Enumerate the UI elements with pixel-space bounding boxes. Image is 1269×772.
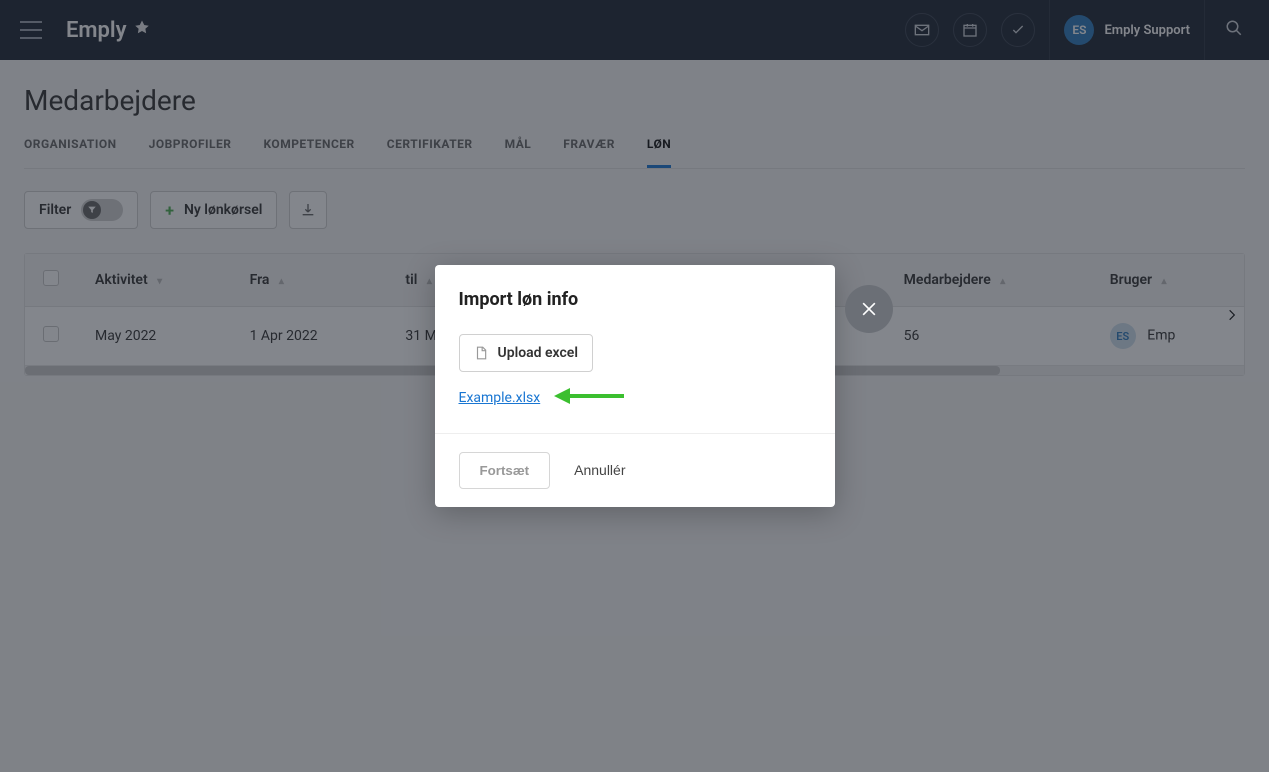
example-file-link[interactable]: Example.xlsx (459, 390, 541, 406)
import-payroll-modal: Import løn info Upload excel Example.xls… (435, 265, 835, 507)
annotation-arrow-icon (554, 387, 624, 409)
upload-label: Upload excel (498, 345, 578, 361)
close-icon (859, 299, 879, 319)
modal-close-button[interactable] (845, 285, 893, 333)
modal-body: Upload excel Example.xlsx (435, 318, 835, 433)
modal-header: Import løn info (435, 265, 835, 318)
modal-footer: Fortsæt Annullér (435, 433, 835, 507)
file-icon (474, 345, 488, 361)
upload-excel-button[interactable]: Upload excel (459, 334, 593, 372)
continue-button[interactable]: Fortsæt (459, 452, 551, 489)
modal-overlay[interactable]: Import løn info Upload excel Example.xls… (0, 0, 1269, 772)
cancel-button[interactable]: Annullér (574, 462, 625, 478)
modal-wrapper: Import løn info Upload excel Example.xls… (435, 265, 835, 507)
modal-title: Import løn info (459, 289, 811, 310)
